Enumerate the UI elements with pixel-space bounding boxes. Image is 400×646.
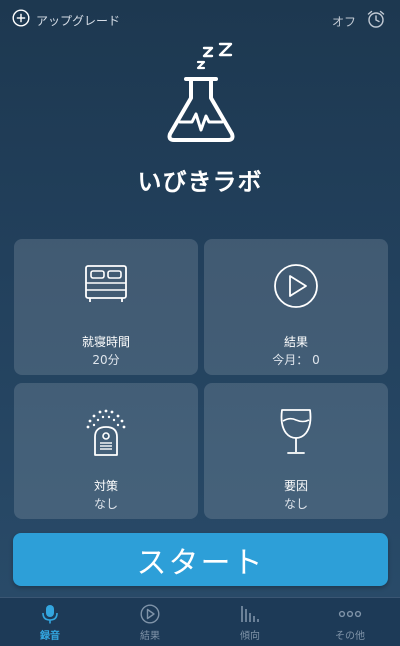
flask-icon [167, 42, 235, 142]
tab-trends[interactable]: 傾向 [200, 598, 300, 646]
bed-icon [14, 263, 198, 303]
tile-label: 就寝時間 [81, 335, 130, 349]
more-dots-icon [338, 604, 362, 624]
results-tile[interactable]: 結果 今月： 0 [204, 239, 388, 375]
tab-label: 結果 [140, 631, 160, 642]
alarm-clock-icon [366, 9, 386, 33]
remedy-device-icon [14, 407, 198, 457]
tab-label: 録音 [40, 631, 60, 642]
remedies-tile[interactable]: 対策 なし [14, 383, 198, 519]
factors-tile[interactable]: 要因 なし [204, 383, 388, 519]
upgrade-button[interactable]: アップグレード [12, 9, 120, 31]
app-title: いびきラボ [137, 168, 263, 196]
tile-label: 結果 [283, 335, 308, 349]
tab-record[interactable]: 録音 [0, 598, 100, 646]
alarm-toggle[interactable]: オフ [332, 9, 386, 33]
tab-label: 傾向 [240, 631, 260, 642]
tile-label: 対策 [93, 479, 118, 493]
tab-bar: 録音 結果 傾向 その他 [0, 597, 400, 646]
plus-circle-icon [12, 9, 30, 31]
tab-label: その他 [335, 631, 365, 642]
tab-more[interactable]: その他 [300, 598, 400, 646]
microphone-icon [41, 604, 59, 624]
tile-value: なし [93, 497, 118, 511]
tile-value: なし [283, 497, 308, 511]
alarm-status: オフ [331, 14, 356, 29]
tile-label: 要因 [283, 479, 308, 493]
tab-results[interactable]: 結果 [100, 598, 200, 646]
play-circle-icon [204, 263, 388, 309]
upgrade-label: アップグレード [36, 13, 121, 28]
top-bar: アップグレード オフ [0, 0, 400, 38]
start-button[interactable]: スタート [13, 533, 388, 586]
wine-glass-icon [204, 407, 388, 457]
tile-value: 今月： 0 [272, 353, 320, 367]
bar-chart-icon [239, 604, 261, 624]
play-circle-icon [140, 604, 160, 624]
bedtime-tile[interactable]: 就寝時間 20分 [14, 239, 198, 375]
app-logo [160, 42, 242, 150]
tile-value: 20分 [92, 353, 120, 367]
